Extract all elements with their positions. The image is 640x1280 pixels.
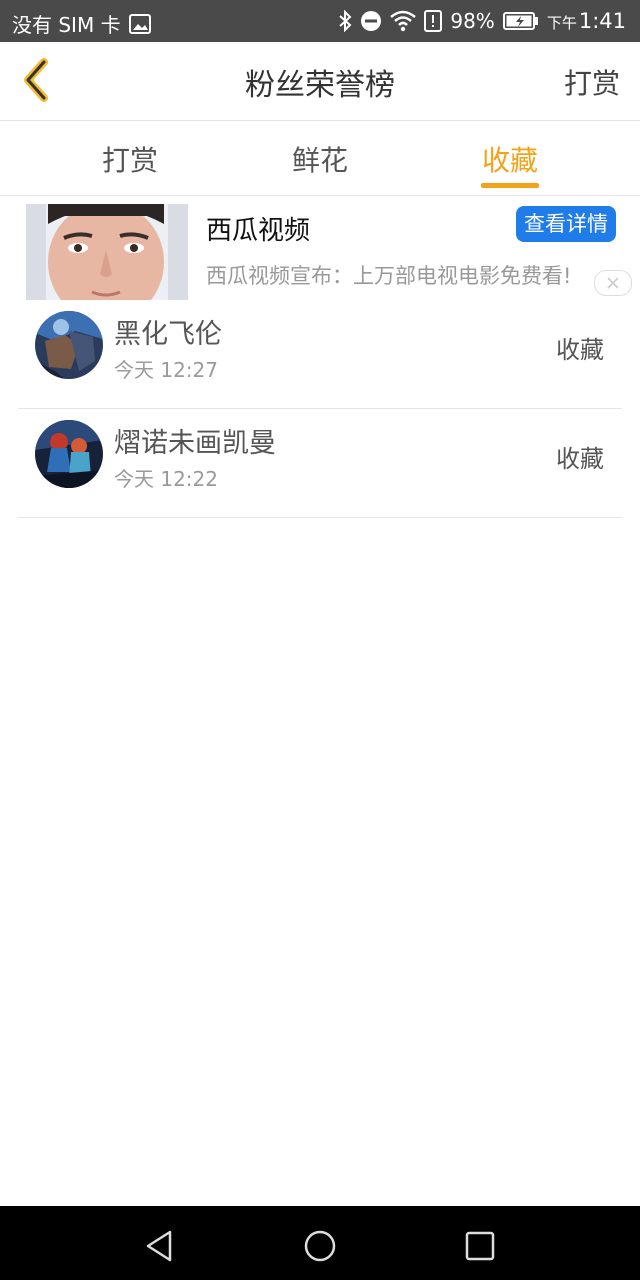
page-title: 粉丝荣誉榜 — [245, 68, 395, 103]
timestamp: 今天 12:27 — [114, 358, 218, 382]
circle-home-icon — [304, 1230, 336, 1262]
ad-thumbnail — [26, 204, 188, 300]
wifi-icon — [390, 10, 417, 32]
ad-description: 西瓜视频宣布：上万部电视电影免费看! — [206, 264, 572, 288]
square-recents-icon — [465, 1231, 495, 1261]
tab-favorites[interactable]: 收藏 — [450, 139, 570, 179]
triangle-back-icon — [146, 1230, 172, 1262]
close-ad-button[interactable] — [594, 270, 632, 296]
battery-percent: 98% — [450, 9, 495, 33]
ad-title: 西瓜视频 — [206, 216, 311, 246]
avatar — [35, 420, 103, 488]
nav-home-button[interactable] — [300, 1226, 340, 1266]
header: 粉丝荣誉榜 打赏 — [0, 42, 640, 121]
bluetooth-icon — [338, 10, 352, 32]
timestamp: 今天 12:22 — [114, 467, 218, 491]
battery-icon — [502, 12, 539, 30]
list-item[interactable]: 熠诺未画凯曼 今天 12:22 收藏 — [18, 409, 622, 518]
carrier-text: 没有 SIM 卡 — [12, 13, 121, 37]
reward-button[interactable]: 打赏 — [564, 62, 620, 102]
nav-back-button[interactable] — [140, 1226, 180, 1266]
nav-recents-button[interactable] — [460, 1226, 500, 1266]
clock: 下午1:41 — [546, 9, 626, 33]
list-item[interactable]: 黑化飞伦 今天 12:27 收藏 — [18, 300, 622, 409]
favorites-list: 黑化飞伦 今天 12:27 收藏 熠诺未画凯曼 今天 12:22 收藏 — [18, 300, 622, 518]
ad-banner[interactable]: 西瓜视频 查看详情 西瓜视频宣布：上万部电视电影免费看! — [26, 204, 632, 300]
avatar — [35, 311, 103, 379]
tab-reward[interactable]: 打赏 — [70, 139, 190, 179]
close-icon — [607, 277, 619, 289]
status-bar: 没有 SIM 卡 98% 下午1:41 — [0, 0, 640, 42]
user-name: 熠诺未画凯曼 — [114, 428, 276, 459]
action-label: 收藏 — [556, 445, 604, 473]
active-tab-indicator — [481, 183, 539, 188]
user-name: 黑化飞伦 — [114, 319, 222, 350]
tab-flowers[interactable]: 鲜花 — [260, 139, 380, 179]
navigation-bar — [0, 1206, 640, 1280]
tab-bar: 打赏 鲜花 收藏 — [0, 121, 640, 196]
alert-icon — [424, 10, 443, 32]
action-label: 收藏 — [556, 336, 604, 364]
image-icon — [128, 13, 151, 34]
view-details-button[interactable]: 查看详情 — [516, 206, 616, 242]
dnd-icon — [360, 10, 382, 32]
